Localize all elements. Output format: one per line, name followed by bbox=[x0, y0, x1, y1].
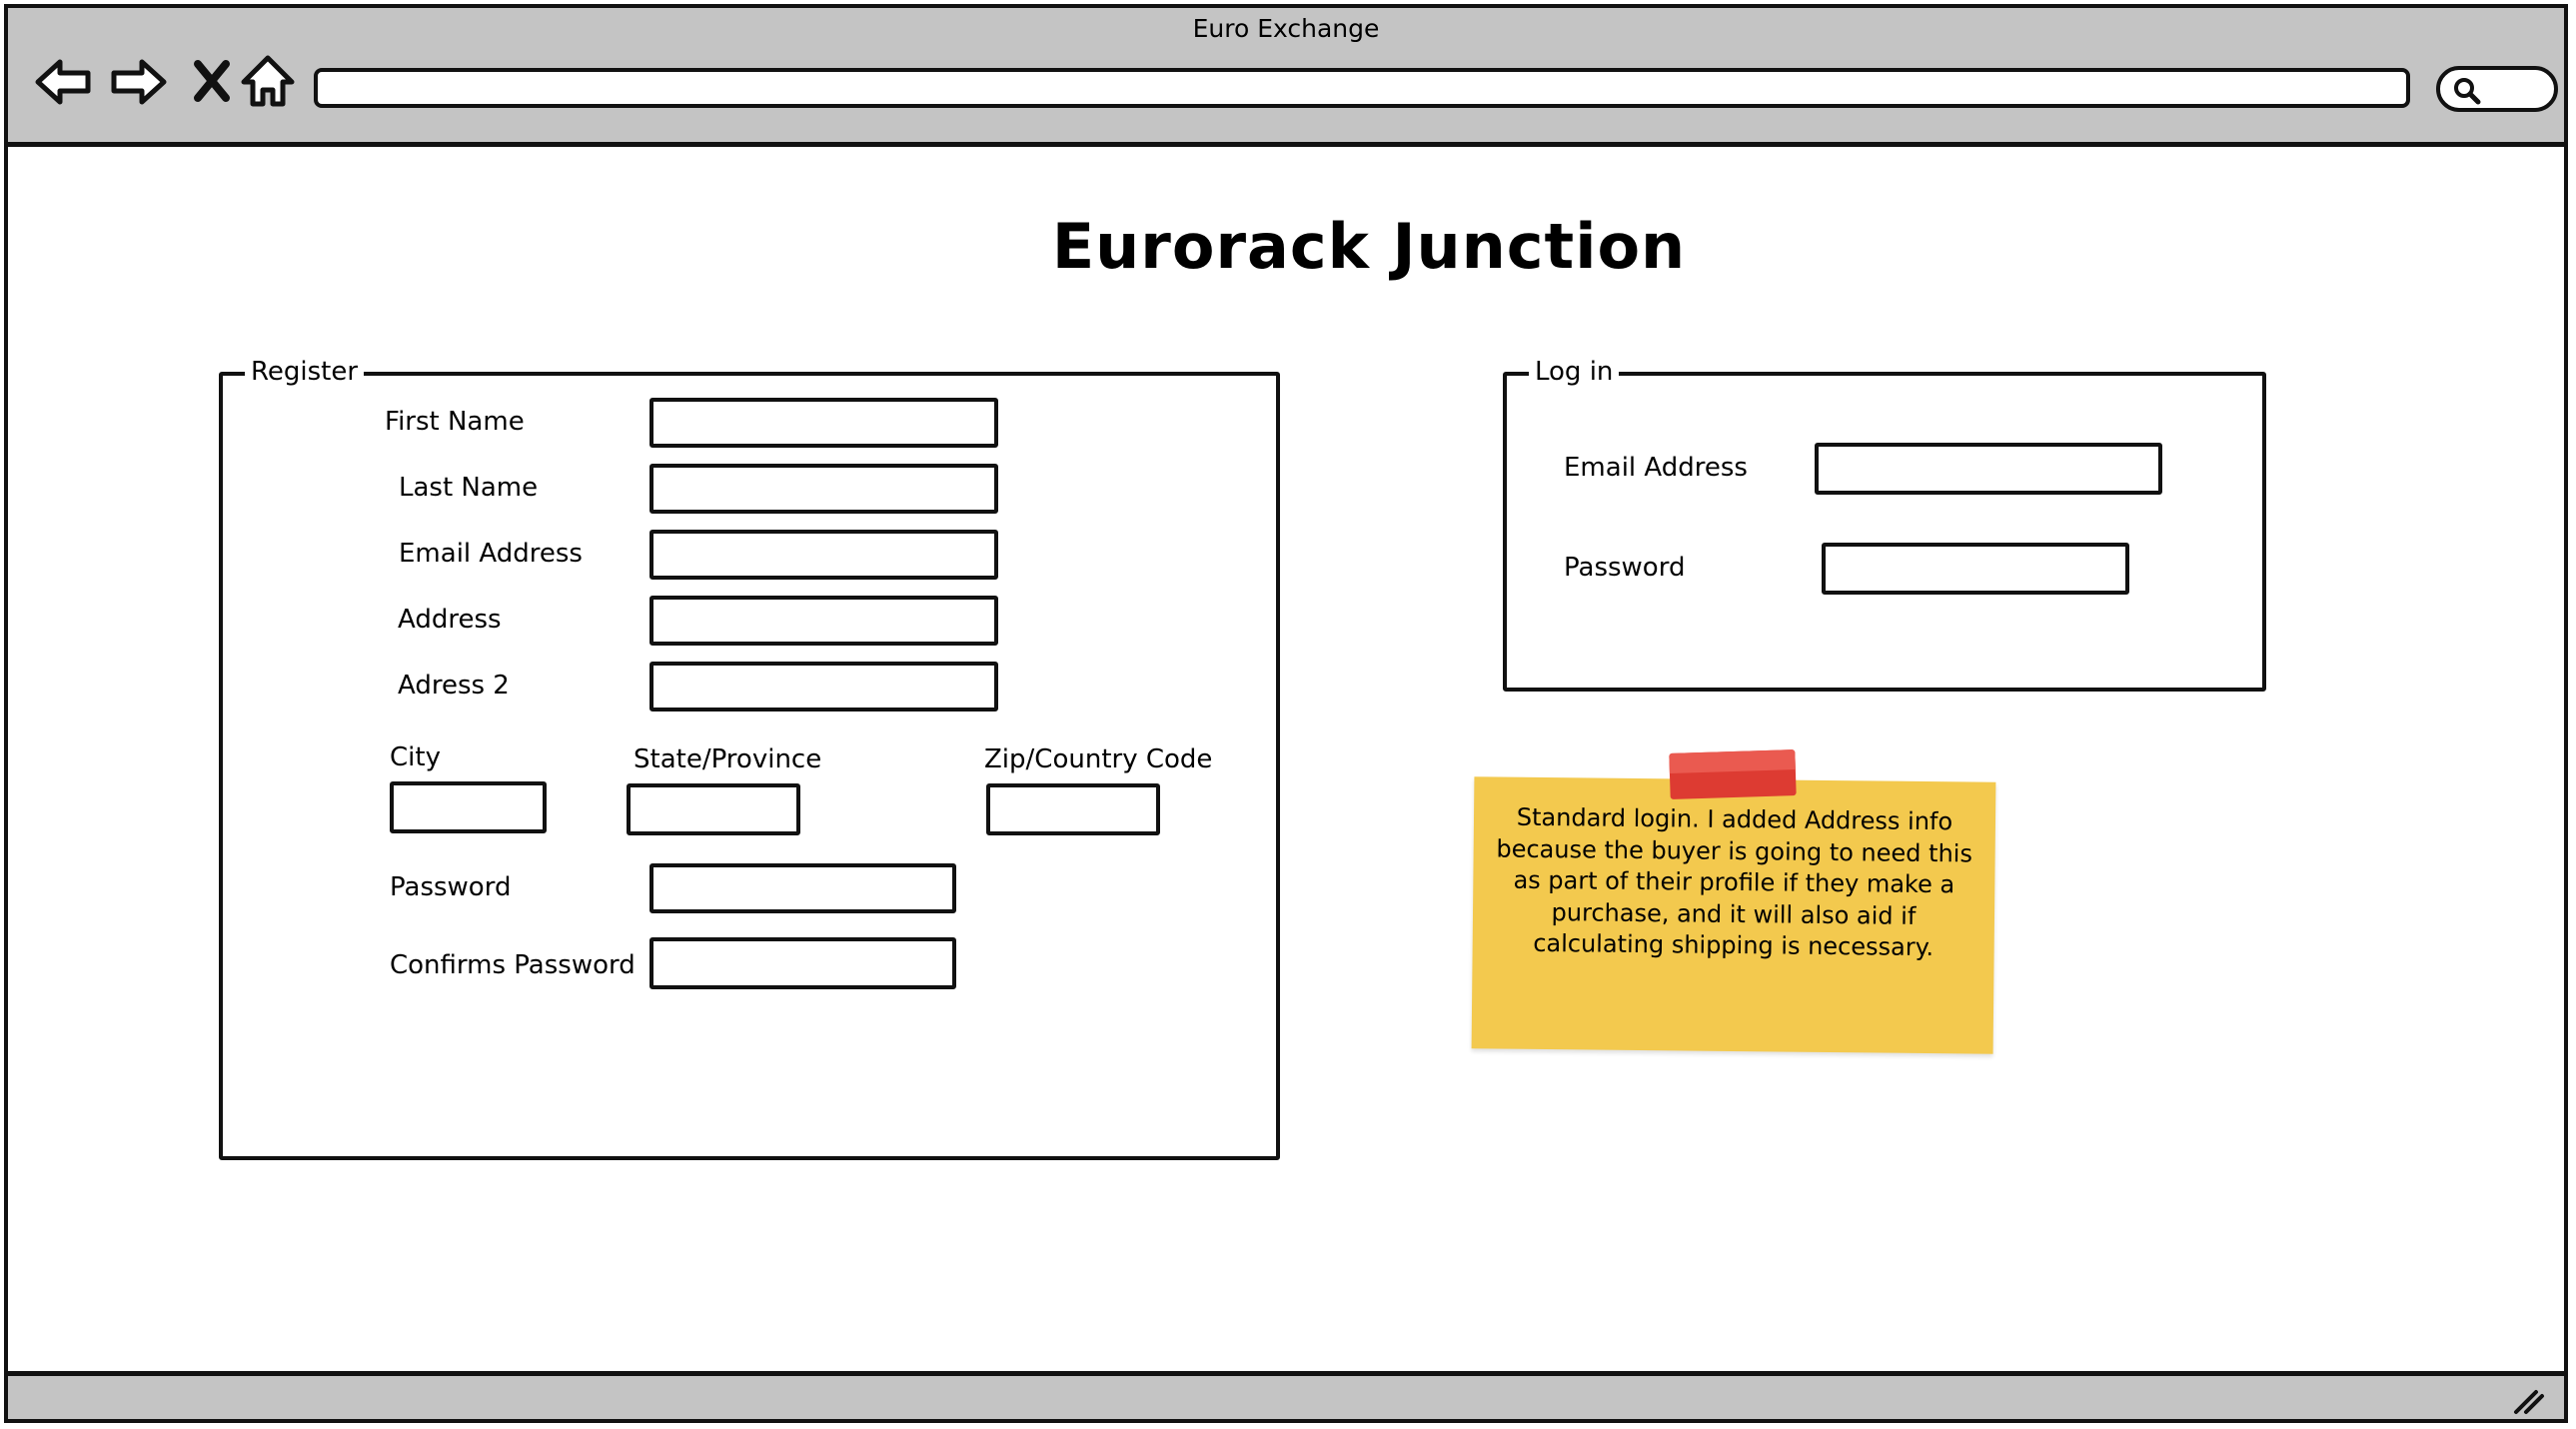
login-email-label: Email Address bbox=[1564, 453, 1748, 483]
sticky-note-text: Standard login. I added Address info bec… bbox=[1496, 802, 1973, 962]
city-input[interactable] bbox=[390, 781, 547, 833]
zip-country-code-label: Zip/Country Code bbox=[984, 744, 1213, 774]
page-title: Eurorack Junction bbox=[1051, 210, 1687, 283]
address-2-label: Adress 2 bbox=[398, 671, 510, 701]
login-password-input[interactable] bbox=[1822, 543, 2129, 595]
confirm-password-label: Confirms Password bbox=[390, 950, 636, 980]
sticky-note: Standard login. I added Address info bec… bbox=[1471, 776, 1996, 1054]
login-legend: Log in bbox=[1529, 354, 1620, 390]
zip-country-code-input[interactable] bbox=[986, 783, 1160, 835]
first-name-label: First Name bbox=[385, 407, 525, 437]
confirm-password-input[interactable] bbox=[649, 937, 956, 989]
forward-arrow-icon[interactable] bbox=[108, 52, 168, 112]
address-2-input[interactable] bbox=[649, 662, 998, 712]
window-title: Euro Exchange bbox=[1192, 14, 1380, 43]
last-name-label: Last Name bbox=[399, 473, 539, 503]
address-bar[interactable] bbox=[314, 68, 2410, 108]
back-arrow-icon[interactable] bbox=[34, 52, 94, 112]
sticky-note-tape bbox=[1669, 749, 1797, 799]
state-province-input[interactable] bbox=[627, 783, 800, 835]
login-panel: Log in bbox=[1503, 354, 2266, 692]
password-input[interactable] bbox=[649, 863, 956, 913]
city-label: City bbox=[390, 742, 441, 772]
browser-titlebar: Euro Exchange bbox=[4, 4, 2568, 147]
home-icon[interactable] bbox=[238, 52, 298, 112]
login-password-label: Password bbox=[1564, 553, 1686, 583]
search-field[interactable] bbox=[2436, 66, 2558, 112]
browser-statusbar bbox=[4, 1371, 2568, 1423]
email-address-label: Email Address bbox=[399, 539, 583, 569]
address-label: Address bbox=[398, 605, 502, 635]
address-input[interactable] bbox=[649, 596, 998, 646]
close-x-icon[interactable] bbox=[182, 52, 242, 112]
email-address-input[interactable] bbox=[649, 530, 998, 580]
resize-grip-icon[interactable] bbox=[2510, 1386, 2546, 1416]
state-province-label: State/Province bbox=[634, 744, 822, 774]
search-icon bbox=[2454, 78, 2481, 105]
login-email-input[interactable] bbox=[1815, 443, 2162, 495]
first-name-input[interactable] bbox=[649, 398, 998, 448]
register-legend: Register bbox=[245, 354, 365, 390]
password-label: Password bbox=[390, 872, 512, 902]
last-name-input[interactable] bbox=[649, 464, 998, 514]
